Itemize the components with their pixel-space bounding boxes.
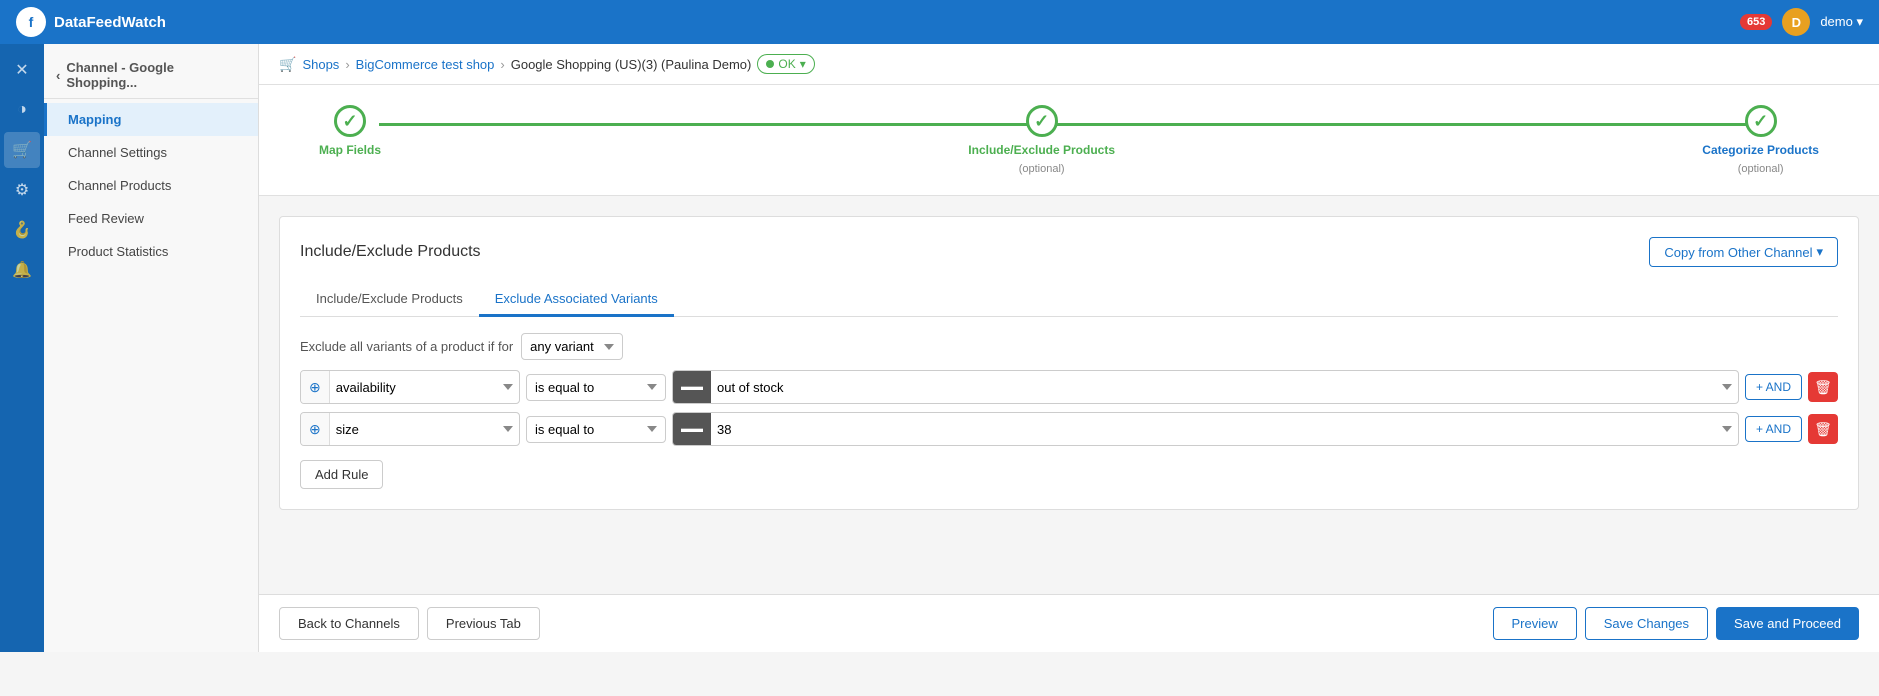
top-nav: f DataFeedWatch 653 D demo ▾ — [0, 0, 1879, 44]
step1-label: Map Fields — [319, 143, 381, 157]
nav-label-mapping: Mapping — [68, 112, 121, 127]
card-tabs: Include/Exclude Products Exclude Associa… — [300, 283, 1838, 317]
step2-circle: ✓ — [1026, 105, 1058, 137]
copy-from-channel-button[interactable]: Copy from Other Channel ▾ — [1649, 237, 1838, 267]
icon-sidebar: ✕ ◑ 🛒 ⚙ 🪝 🔔 — [0, 44, 44, 652]
hook-nav-icon[interactable]: 🪝 — [4, 212, 40, 248]
save-and-proceed-button[interactable]: Save and Proceed — [1716, 607, 1859, 640]
rule2-value-dropdown[interactable]: 38 39 40 — [711, 417, 1738, 442]
ok-dot-icon — [766, 60, 774, 68]
rule1-and-button[interactable]: + AND — [1745, 374, 1802, 400]
card-title: Include/Exclude Products — [300, 243, 481, 261]
user-avatar: D — [1782, 8, 1810, 36]
rule-row-2: ⊕ size availability price is equal to is… — [300, 412, 1838, 446]
notification-badge[interactable]: 653 — [1740, 14, 1772, 30]
rule1-delete-button[interactable]: 🗑 — [1808, 372, 1838, 402]
variant-select[interactable]: any variant all variants — [521, 333, 623, 360]
app-name: DataFeedWatch — [54, 14, 166, 31]
channel-header[interactable]: ‹ Channel - Google Shopping... — [44, 52, 258, 99]
nav-item-channel-settings[interactable]: Channel Settings — [44, 136, 258, 169]
ok-status-badge[interactable]: OK ▾ — [757, 54, 814, 74]
step-map-fields[interactable]: ✓ Map Fields — [319, 105, 381, 175]
exclude-variants-row: Exclude all variants of a product if for… — [300, 333, 1838, 360]
cart-nav-icon[interactable]: 🛒 — [4, 132, 40, 168]
rule2-operator-dropdown[interactable]: is equal to is not equal to contains — [526, 416, 666, 443]
nav-label-product-statistics: Product Statistics — [68, 244, 168, 259]
rule1-field-selector: ⊕ availability size price — [300, 370, 520, 404]
breadcrumb-channel: Google Shopping (US)(3) (Paulina Demo) — [511, 57, 752, 72]
back-to-channels-button[interactable]: Back to Channels — [279, 607, 419, 640]
rule1-field-dropdown[interactable]: availability size price — [330, 375, 519, 400]
rule2-value-selector: ▬▬ 38 39 40 — [672, 412, 1739, 446]
footer-left-buttons: Back to Channels Previous Tab — [279, 607, 540, 640]
step2-sub: (optional) — [1019, 163, 1065, 175]
main-content: 🛒 Shops › BigCommerce test shop › Google… — [259, 44, 1879, 652]
nav-label-channel-products: Channel Products — [68, 178, 171, 193]
rule1-value-icon: ▬▬ — [673, 371, 711, 403]
rule2-field-icon: ⊕ — [301, 413, 330, 445]
nav-label-feed-review: Feed Review — [68, 211, 144, 226]
left-nav-panel: ‹ Channel - Google Shopping... Mapping C… — [44, 44, 259, 652]
tab-include-exclude[interactable]: Include/Exclude Products — [300, 283, 479, 317]
step-categorize[interactable]: ✓ Categorize Products (optional) — [1702, 105, 1819, 175]
nav-item-product-statistics[interactable]: Product Statistics — [44, 235, 258, 268]
rule1-value-dropdown[interactable]: out of stock in stock preorder — [711, 375, 1738, 400]
analytics-nav-icon[interactable]: ◑ — [4, 92, 40, 128]
tab-exclude-variants[interactable]: Exclude Associated Variants — [479, 283, 674, 317]
breadcrumb-shop[interactable]: BigCommerce test shop — [356, 57, 495, 72]
card-header: Include/Exclude Products Copy from Other… — [300, 237, 1838, 267]
rule2-field-selector: ⊕ size availability price — [300, 412, 520, 446]
step3-circle: ✓ — [1745, 105, 1777, 137]
step3-sub: (optional) — [1738, 163, 1784, 175]
channel-title: Channel - Google Shopping... — [66, 60, 246, 90]
rule2-value-icon: ▬▬ — [673, 413, 711, 445]
rule-row-1: ⊕ availability size price is equal to is… — [300, 370, 1838, 404]
rule2-delete-button[interactable]: 🗑 — [1808, 414, 1838, 444]
save-changes-button[interactable]: Save Changes — [1585, 607, 1708, 640]
exclude-label: Exclude all variants of a product if for — [300, 339, 513, 354]
app-logo: f DataFeedWatch — [16, 7, 166, 37]
nav-label-channel-settings: Channel Settings — [68, 145, 167, 160]
rule1-operator-dropdown[interactable]: is equal to is not equal to contains — [526, 374, 666, 401]
bell-nav-icon[interactable]: 🔔 — [4, 252, 40, 288]
step1-circle: ✓ — [334, 105, 366, 137]
top-nav-right: 653 D demo ▾ — [1740, 8, 1863, 36]
nav-item-feed-review[interactable]: Feed Review — [44, 202, 258, 235]
previous-tab-button[interactable]: Previous Tab — [427, 607, 540, 640]
rule1-field-icon: ⊕ — [301, 371, 330, 403]
rule2-field-dropdown[interactable]: size availability price — [330, 417, 519, 442]
rule1-value-selector: ▬▬ out of stock in stock preorder — [672, 370, 1739, 404]
logo-icon: f — [16, 7, 46, 37]
add-rule-button[interactable]: Add Rule — [300, 460, 383, 489]
breadcrumb-shops[interactable]: Shops — [302, 57, 339, 72]
rule2-and-button[interactable]: + AND — [1745, 416, 1802, 442]
footer: Back to Channels Previous Tab Preview Sa… — [259, 594, 1879, 652]
shop-icon: 🛒 — [279, 56, 296, 73]
preview-button[interactable]: Preview — [1493, 607, 1577, 640]
step2-label: Include/Exclude Products — [968, 143, 1115, 157]
content-area: Include/Exclude Products Copy from Other… — [259, 196, 1879, 594]
settings-nav-icon[interactable]: ⚙ — [4, 172, 40, 208]
progress-steps: ✓ Map Fields ✓ Include/Exclude Products … — [259, 85, 1879, 196]
nav-item-channel-products[interactable]: Channel Products — [44, 169, 258, 202]
step3-label: Categorize Products — [1702, 143, 1819, 157]
main-card: Include/Exclude Products Copy from Other… — [279, 216, 1859, 510]
close-nav-icon[interactable]: ✕ — [4, 52, 40, 88]
copy-dropdown-arrow: ▾ — [1816, 244, 1823, 260]
step-include-exclude[interactable]: ✓ Include/Exclude Products (optional) — [968, 105, 1115, 175]
breadcrumb: 🛒 Shops › BigCommerce test shop › Google… — [259, 44, 1879, 85]
nav-item-mapping[interactable]: Mapping — [44, 103, 258, 136]
user-menu[interactable]: demo ▾ — [1820, 14, 1863, 30]
footer-right-buttons: Preview Save Changes Save and Proceed — [1493, 607, 1860, 640]
